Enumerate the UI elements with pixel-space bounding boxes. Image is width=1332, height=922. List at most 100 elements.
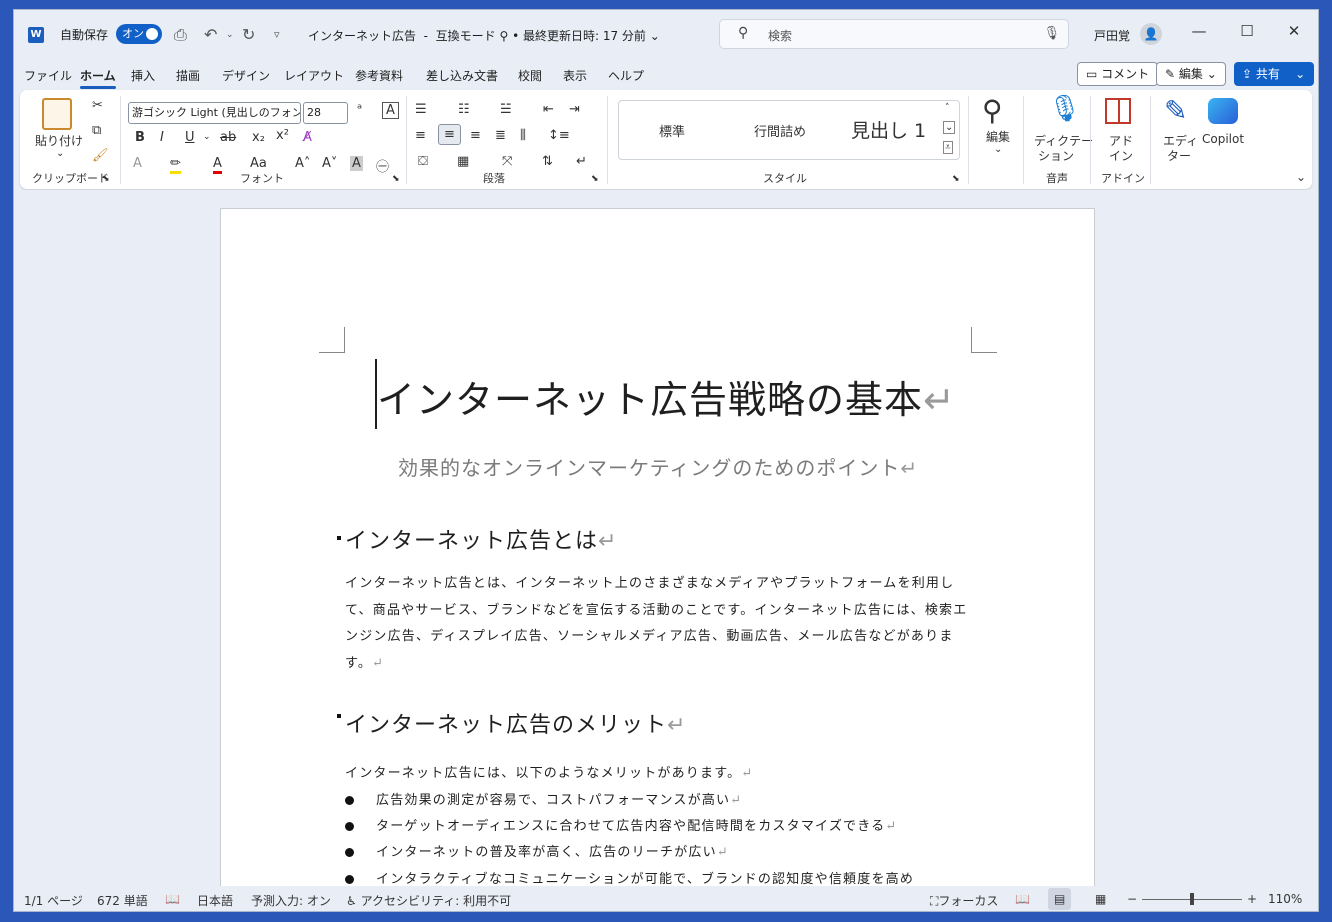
shrink-font-icon[interactable]: A˅ [322, 156, 337, 171]
align-right-icon[interactable]: ≡ [470, 128, 481, 143]
zoom-out-icon[interactable]: − [1127, 892, 1137, 906]
gallery-more-icon[interactable]: ⩡ [943, 141, 953, 154]
edit-mode-button[interactable]: ✎ 編集 ⌄ [1156, 62, 1226, 86]
print-layout-icon[interactable]: ▤ [1048, 888, 1072, 910]
style-no-spacing[interactable]: 行間詰め [754, 121, 806, 140]
underline-icon[interactable]: U [185, 130, 195, 145]
strikethrough-icon[interactable]: ab [220, 130, 236, 145]
read-mode-icon[interactable]: 📖 [1015, 892, 1030, 906]
tab-file[interactable]: ファイル [24, 67, 72, 84]
redo-icon[interactable]: ↻ [242, 25, 255, 44]
shading-icon[interactable]: ⛋ [418, 154, 428, 169]
editing-label[interactable]: 編集 [986, 128, 1010, 145]
highlight-icon[interactable]: ✏ [170, 156, 181, 174]
align-left-icon[interactable]: ≡ [415, 128, 426, 143]
copy-icon[interactable]: ⧉ [92, 123, 101, 138]
comment-button[interactable]: ▭ コメント [1077, 62, 1159, 86]
tab-view[interactable]: 表示 [563, 67, 587, 84]
tab-help[interactable]: ヘルプ [608, 67, 644, 84]
cut-icon[interactable]: ✂ [92, 98, 103, 113]
editor-icon[interactable]: ✎ [1164, 94, 1187, 127]
clear-format-icon[interactable]: A̸ [303, 130, 312, 145]
focus-button[interactable]: ⛶フォーカス [930, 892, 998, 909]
language[interactable]: 日本語 [197, 892, 233, 909]
heading-1[interactable]: インターネット広告とは↵ [345, 523, 617, 555]
doc-subtitle[interactable]: 効果的なオンラインマーケティングのためのポイント↵ [398, 452, 918, 481]
paste-dropdown-icon[interactable]: ⌄ [56, 148, 64, 159]
addins-label-2[interactable]: イン [1109, 147, 1133, 164]
text-effects-icon[interactable]: A [133, 156, 142, 171]
paste-icon[interactable] [42, 98, 72, 130]
justify-icon[interactable]: ≣ [495, 128, 506, 143]
style-normal[interactable]: 標準 [659, 121, 685, 140]
save-icon[interactable]: ⎙ [174, 25, 187, 45]
gallery-down-icon[interactable]: ⌄ [943, 121, 956, 134]
tab-layout[interactable]: レイアウト [284, 67, 344, 84]
char-shading-icon[interactable]: A [350, 156, 363, 171]
increase-indent-icon[interactable]: ⇥ [569, 102, 580, 117]
list-item[interactable]: インタラクティブなコミュニケーションが可能で、ブランドの認知度や信頼度を高め [345, 868, 914, 887]
zoom-slider-handle[interactable] [1190, 893, 1194, 905]
undo-icon[interactable]: ↶ [204, 25, 217, 44]
editor-label-2[interactable]: ター [1167, 147, 1191, 164]
change-case-icon[interactable]: Aa [250, 156, 267, 171]
customize-qat-icon[interactable]: ▿ [274, 28, 280, 41]
italic-icon[interactable]: I [160, 130, 164, 145]
numbering-icon[interactable]: ☷ [458, 102, 470, 117]
font-color-icon[interactable]: A [213, 156, 222, 174]
proofing-icon[interactable]: 📖 [165, 892, 180, 906]
asian-layout-icon[interactable]: ⤧ [502, 154, 512, 169]
show-marks-icon[interactable]: ↵ [576, 154, 587, 169]
dictate-icon[interactable]: 🎙 [1048, 94, 1081, 124]
gallery-up-icon[interactable]: ˄ [945, 103, 950, 113]
grow-font-icon[interactable]: A˄ [295, 156, 310, 171]
microphone-icon[interactable]: 🎙 [1043, 26, 1060, 41]
font-name-combo[interactable]: 游ゴシック Light (見出しのフォン [128, 102, 301, 124]
editing-dropdown-icon[interactable]: ⌄ [994, 144, 1002, 155]
document-page[interactable]: インターネット広告戦略の基本↵ 効果的なオンラインマーケティングのためのポイント… [220, 208, 1095, 908]
align-center-icon[interactable]: ≡ [438, 124, 461, 145]
sort-icon[interactable]: ⇅ [542, 154, 553, 169]
font-size-combo[interactable]: 28 [303, 102, 348, 124]
list-item[interactable]: インターネットの普及率が高く、広告のリーチが広い↵ [345, 841, 729, 860]
superscript-icon[interactable]: x² [276, 128, 289, 143]
web-layout-icon[interactable]: ▦ [1095, 892, 1106, 906]
heading-2[interactable]: インターネット広告のメリット↵ [345, 707, 686, 739]
paragraph-2[interactable]: インターネット広告には、以下のようなメリットがあります。↵ [345, 762, 753, 781]
copilot-label[interactable]: Copilot [1202, 132, 1244, 146]
furigana-icon[interactable]: ᵃ [357, 102, 362, 117]
tab-design[interactable]: デザイン [222, 67, 270, 84]
find-icon[interactable]: ⚲ [982, 94, 1003, 127]
page-count[interactable]: 1/1 ページ [24, 892, 83, 909]
minimize-icon[interactable]: — [1184, 22, 1214, 40]
decrease-indent-icon[interactable]: ⇤ [543, 102, 554, 117]
paragraph-launcher-icon[interactable]: ⬊ [591, 174, 599, 184]
ribbon-collapse-icon[interactable]: ⌄ [1296, 170, 1306, 184]
tab-references[interactable]: 参考資料 [355, 67, 403, 84]
distributed-icon[interactable]: ⫼ [520, 128, 526, 143]
search-box[interactable]: ⚲ 検索 🎙 [719, 19, 1069, 49]
word-count[interactable]: 672 単語 [97, 892, 148, 909]
close-icon[interactable]: ✕ [1279, 22, 1309, 40]
doc-title[interactable]: インターネット広告戦略の基本↵ [377, 369, 956, 424]
tab-home[interactable]: ホーム [80, 67, 116, 89]
autosave-toggle[interactable]: オン [116, 24, 162, 44]
addins-icon[interactable] [1105, 98, 1131, 124]
bullets-icon[interactable]: ☰ [415, 102, 427, 117]
share-button[interactable]: ⇪ 共有 ⌄ [1234, 62, 1314, 86]
copilot-icon[interactable] [1208, 98, 1238, 124]
list-item[interactable]: ターゲットオーディエンスに合わせて広告内容や配信時間をカスタマイズできる↵ [345, 815, 897, 834]
line-spacing-icon[interactable]: ↕≡ [548, 128, 570, 143]
tab-draw[interactable]: 描画 [176, 67, 200, 84]
styles-launcher-icon[interactable]: ⬊ [952, 174, 960, 184]
user-name[interactable]: 戸田覚 [1094, 27, 1130, 44]
tab-insert[interactable]: 挿入 [131, 67, 155, 84]
zoom-level[interactable]: 110% [1268, 892, 1302, 906]
borders-icon[interactable]: ▦ [457, 154, 469, 169]
maximize-icon[interactable]: ☐ [1232, 22, 1262, 40]
accessibility-status[interactable]: ♿ アクセシビリティ: 利用不可 [346, 892, 511, 909]
format-painter-icon[interactable]: 🖌 [92, 148, 109, 163]
underline-dropdown-icon[interactable]: ⌄ [203, 132, 211, 142]
text-prediction[interactable]: 予測入力: オン [251, 892, 331, 909]
paragraph-1[interactable]: インターネット広告とは、インターネット上のさまざまなメディアやプラットフォームを… [345, 571, 973, 677]
